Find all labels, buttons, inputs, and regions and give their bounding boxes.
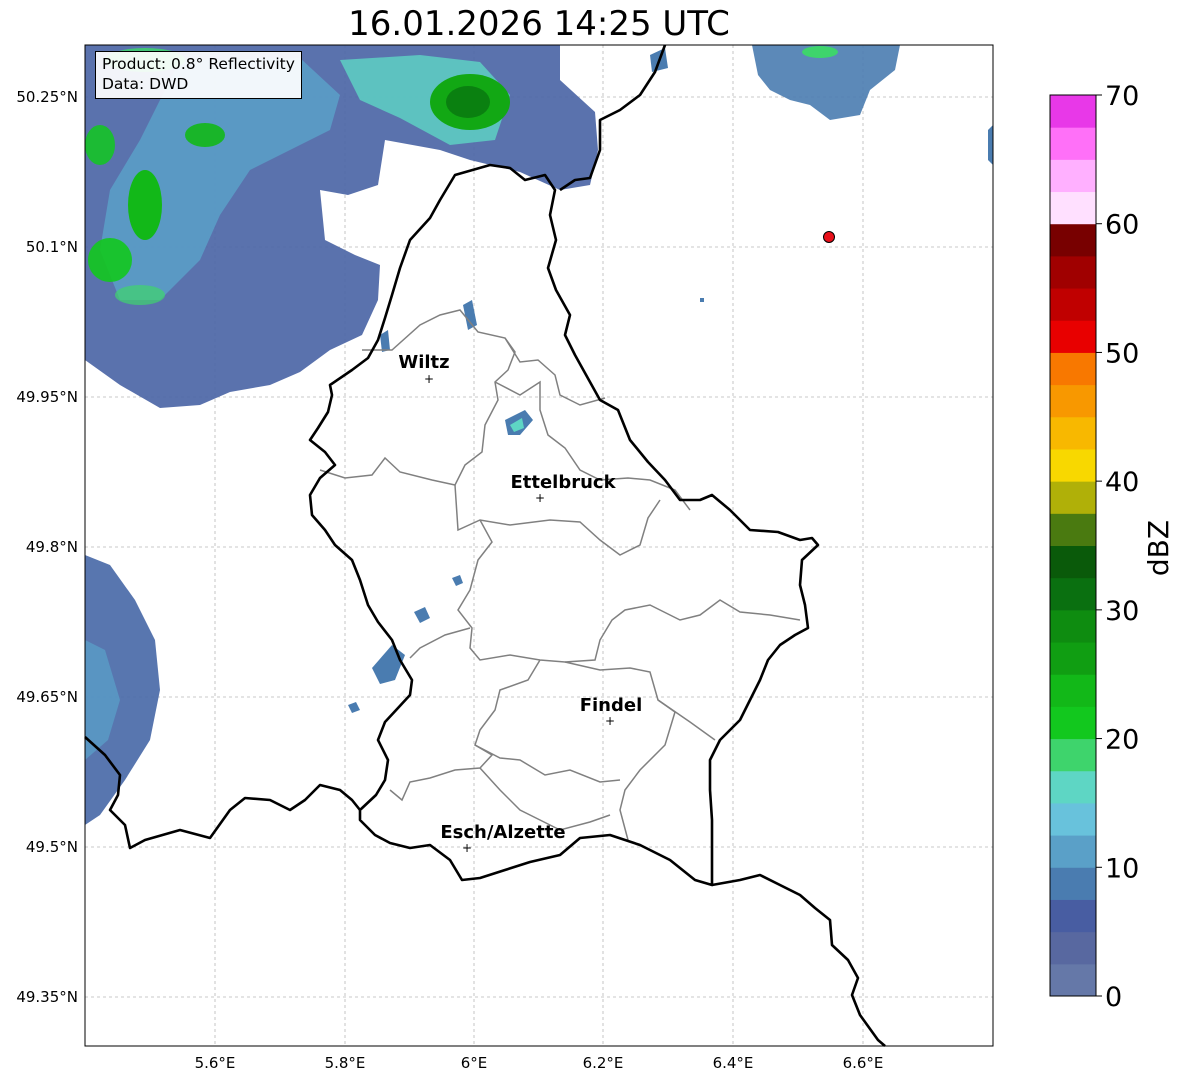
- colorbar-band: [1050, 642, 1096, 675]
- colorbar-band: [1050, 513, 1096, 546]
- lon-label: 6°E: [461, 1054, 488, 1072]
- colorbar-band: [1050, 577, 1096, 611]
- colorbar-band: [1050, 963, 1096, 997]
- radar-location-marker: [823, 231, 835, 243]
- city-marker-icon: +: [605, 714, 615, 728]
- echo-east-fringe: [988, 125, 993, 165]
- colorbar-band: [1050, 255, 1096, 289]
- colorbar-bands: [1050, 95, 1096, 997]
- echo-core-4: [185, 123, 225, 147]
- colorbar-band: [1050, 802, 1096, 836]
- colorbar-tick-label: 10: [1105, 853, 1139, 884]
- colorbar-band: [1050, 288, 1096, 321]
- colorbar-band: [1050, 127, 1096, 160]
- colorbar-band: [1050, 545, 1096, 579]
- city-label: Wiltz: [398, 352, 449, 373]
- colorbar-band: [1050, 416, 1096, 450]
- colorbar-band: [1050, 320, 1096, 353]
- lon-label: 5.6°E: [195, 1054, 236, 1072]
- lon-label: 6.2°E: [583, 1054, 624, 1072]
- city-label: Findel: [580, 695, 643, 716]
- echo-small-3: [414, 607, 430, 623]
- echo-small-6: [463, 300, 477, 330]
- lat-label: 49.65°N: [16, 688, 78, 706]
- echo-small-2: [372, 645, 405, 684]
- colorbar-band: [1050, 159, 1096, 193]
- colorbar: 0 10 20 30 40 50 60 70 dBZ: [1049, 81, 1175, 1013]
- lat-label: 49.5°N: [26, 838, 78, 856]
- colorbar-band: [1050, 223, 1096, 257]
- colorbar-band: [1050, 384, 1096, 418]
- echo-small-4: [452, 575, 463, 586]
- colorbar-tick-label: 70: [1105, 81, 1139, 112]
- city-esch-alzette: Esch/Alzette +: [440, 822, 565, 855]
- luxembourg-border: [308, 163, 820, 887]
- echo-core-2: [128, 170, 162, 240]
- echo-northeast-core: [802, 46, 838, 58]
- product-label: Product: 0.8° Reflectivity: [102, 55, 295, 73]
- city-label: Esch/Alzette: [440, 822, 565, 843]
- echo-core-1-inner: [446, 86, 490, 118]
- city-marker-icon: +: [462, 841, 472, 855]
- colorbar-tick-label: 60: [1105, 210, 1139, 241]
- colorbar-tick-label: 50: [1105, 338, 1139, 369]
- colorbar-band: [1050, 95, 1096, 128]
- colorbar-ticks: 0 10 20 30 40 50 60 70: [1096, 81, 1139, 1013]
- product-info-box: Product: 0.8° Reflectivity Data: DWD: [95, 51, 302, 99]
- canton-boundaries: [319, 309, 801, 841]
- echo-small-5: [348, 702, 360, 713]
- echo-small-9: [700, 298, 704, 302]
- radar-echoes: [85, 45, 993, 825]
- colorbar-tick-label: 30: [1105, 596, 1139, 627]
- colorbar-band: [1050, 674, 1096, 707]
- colorbar-band: [1050, 770, 1096, 804]
- latitude-labels: 50.25°N 50.1°N 49.95°N 49.8°N 49.65°N 49…: [16, 88, 78, 1006]
- lon-label: 5.8°E: [325, 1054, 366, 1072]
- lat-label: 49.8°N: [26, 538, 78, 556]
- city-marker-icon: +: [535, 491, 545, 505]
- data-source-label: Data: DWD: [102, 75, 189, 93]
- colorbar-band: [1050, 867, 1096, 900]
- colorbar-band: [1050, 931, 1096, 965]
- longitude-labels: 5.6°E 5.8°E 6°E 6.2°E 6.4°E 6.6°E: [195, 1054, 884, 1072]
- lat-label: 50.1°N: [26, 238, 78, 256]
- colorbar-tick-label: 40: [1105, 467, 1139, 498]
- radar-map: 50.25°N 50.1°N 49.95°N 49.8°N 49.65°N 49…: [16, 44, 1175, 1072]
- echo-core-5: [85, 125, 115, 165]
- colorbar-band: [1050, 706, 1096, 740]
- colorbar-band: [1050, 481, 1096, 514]
- colorbar-band: [1050, 191, 1096, 225]
- colorbar-tick-label: 0: [1105, 982, 1122, 1013]
- colorbar-band: [1050, 835, 1096, 868]
- city-wiltz: Wiltz +: [398, 352, 449, 386]
- lon-label: 6.6°E: [843, 1054, 884, 1072]
- city-findel: Findel +: [580, 695, 643, 728]
- colorbar-band: [1050, 448, 1096, 482]
- lon-label: 6.4°E: [713, 1054, 754, 1072]
- lat-label: 49.95°N: [16, 388, 78, 406]
- colorbar-tick-label: 20: [1105, 725, 1139, 756]
- city-marker-icon: +: [424, 372, 434, 386]
- colorbar-band: [1050, 899, 1096, 933]
- colorbar-band: [1050, 738, 1096, 772]
- echo-core-7: [115, 285, 165, 305]
- colorbar-band: [1050, 352, 1096, 386]
- colorbar-label: dBZ: [1142, 520, 1175, 576]
- echo-small-7: [380, 330, 390, 352]
- border-east-moselle: [711, 873, 886, 1047]
- colorbar-band: [1050, 609, 1096, 643]
- city-label: Ettelbruck: [510, 472, 616, 493]
- echo-core-3: [88, 238, 132, 282]
- lat-label: 49.35°N: [16, 988, 78, 1006]
- city-ettelbruck: Ettelbruck +: [510, 472, 616, 505]
- lat-label: 50.25°N: [16, 88, 78, 106]
